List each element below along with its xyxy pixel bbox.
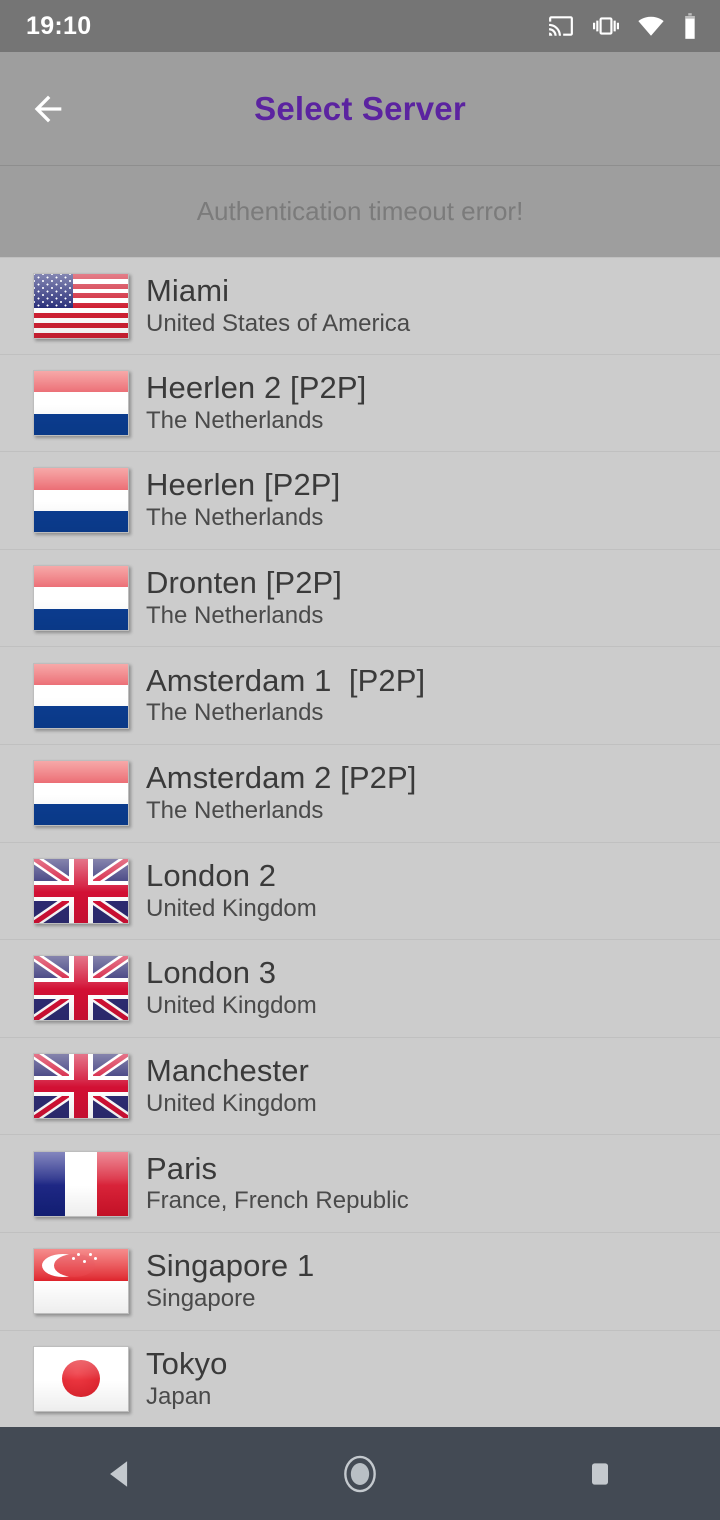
server-flag xyxy=(33,467,129,534)
server-text: Tokyo Japan xyxy=(146,1345,228,1411)
error-message: Authentication timeout error! xyxy=(196,196,524,226)
server-list-item[interactable]: Amsterdam 1 [P2P] The Netherlands xyxy=(0,647,720,745)
server-flag xyxy=(33,1345,129,1412)
server-text: London 2 United Kingdom xyxy=(146,857,317,923)
android-nav-bar xyxy=(0,1427,720,1520)
home-circle-icon xyxy=(344,1455,376,1492)
server-text: Heerlen 2 [P2P] The Netherlands xyxy=(146,369,367,435)
server-text: Amsterdam 1 [P2P] The Netherlands xyxy=(146,662,426,728)
server-list-item[interactable]: London 2 United Kingdom xyxy=(0,842,720,941)
server-country: United Kingdom xyxy=(146,1089,317,1117)
server-city: Amsterdam 1 [P2P] xyxy=(146,662,426,698)
server-country: United Kingdom xyxy=(146,992,317,1020)
server-flag xyxy=(33,662,129,729)
server-city: London 3 xyxy=(146,955,277,991)
server-country: United Kingdom xyxy=(146,894,317,922)
server-country: The Netherlands xyxy=(146,406,324,434)
server-country: United States of America xyxy=(146,309,411,337)
server-city: Singapore 1 xyxy=(146,1248,315,1284)
flag-netherlands xyxy=(34,370,128,435)
nav-back-button[interactable] xyxy=(60,1427,180,1520)
server-city: Amsterdam 2 [P2P] xyxy=(146,760,417,796)
back-triangle-icon xyxy=(110,1460,128,1487)
server-list-item[interactable]: Manchester United Kingdom xyxy=(0,1037,720,1136)
server-text: Dronten [P2P] The Netherlands xyxy=(146,565,343,630)
flag-singapore xyxy=(34,1249,128,1314)
server-flag xyxy=(33,955,129,1022)
server-country: Singapore xyxy=(146,1284,256,1312)
server-city: Paris xyxy=(146,1150,218,1186)
cast-icon xyxy=(549,16,573,36)
server-list-item[interactable]: Amsterdam 2 [P2P] The Netherlands xyxy=(0,744,720,843)
server-list-item[interactable]: London 3 United Kingdom xyxy=(0,940,720,1038)
server-text: Amsterdam 2 [P2P] The Netherlands xyxy=(146,761,416,825)
flag-united-kingdom xyxy=(34,858,128,923)
server-flag xyxy=(33,369,129,436)
flag-united-kingdom xyxy=(34,956,128,1021)
server-country: Japan xyxy=(146,1382,212,1410)
server-text: Miami United States of America xyxy=(146,272,411,338)
recents-square-icon xyxy=(592,1462,608,1485)
flag-united-states xyxy=(34,273,128,338)
server-flag xyxy=(33,565,129,632)
server-country: The Netherlands xyxy=(146,601,324,629)
flag-japan xyxy=(34,1346,128,1411)
status-clock: 19:10 xyxy=(26,11,92,40)
server-list-item[interactable]: Singapore 1 Singapore xyxy=(0,1232,720,1331)
server-list-item[interactable]: Dronten [P2P] The Netherlands xyxy=(0,549,720,648)
wifi-icon xyxy=(638,16,664,36)
server-flag xyxy=(33,1150,129,1217)
server-text: Paris France, French Republic xyxy=(146,1150,409,1216)
nav-recents-button[interactable] xyxy=(540,1427,660,1520)
server-city: Miami xyxy=(146,272,230,308)
server-flag xyxy=(33,272,129,339)
nav-home-button[interactable] xyxy=(300,1427,420,1520)
server-city: Manchester xyxy=(146,1053,309,1089)
server-flag xyxy=(33,760,129,827)
server-list[interactable]: Miami United States of America Heerlen 2 [… xyxy=(0,257,720,1427)
flag-netherlands xyxy=(34,761,128,826)
server-city: Heerlen 2 [P2P] xyxy=(146,369,367,405)
flag-france xyxy=(34,1151,128,1216)
vibrate-icon xyxy=(593,17,619,35)
server-country: The Netherlands xyxy=(146,504,324,532)
flag-netherlands xyxy=(34,566,128,631)
server-country: The Netherlands xyxy=(146,699,324,727)
server-list-item[interactable]: Paris France, French Republic xyxy=(0,1135,720,1233)
server-list-item[interactable]: Heerlen 2 [P2P] The Netherlands xyxy=(0,354,720,453)
server-text: Singapore 1 Singapore xyxy=(146,1248,315,1313)
status-icon-tray xyxy=(547,12,698,40)
page-title: Select Server xyxy=(254,89,466,127)
server-flag xyxy=(33,857,129,924)
back-arrow-icon xyxy=(34,95,62,122)
server-country: France, French Republic xyxy=(146,1187,409,1215)
server-city: Dronten [P2P] xyxy=(146,565,343,601)
status-bar: 19:10 xyxy=(0,0,720,52)
phone-screen: 19:10 Select Server Authentication timeo… xyxy=(0,0,720,1520)
server-list-item[interactable]: Heerlen [P2P] The Netherlands xyxy=(0,452,720,550)
server-city: Heerlen [P2P] xyxy=(146,467,341,503)
flag-united-kingdom xyxy=(34,1054,128,1119)
back-button[interactable] xyxy=(0,52,96,165)
error-banner: Authentication timeout error! xyxy=(0,165,720,257)
app-bar: Select Server xyxy=(0,52,720,165)
server-list-item[interactable]: Miami United States of America xyxy=(0,257,720,355)
server-city: Tokyo xyxy=(146,1345,228,1381)
server-flag xyxy=(33,1248,129,1315)
server-city: London 2 xyxy=(146,857,277,893)
server-text: London 3 United Kingdom xyxy=(146,956,317,1020)
server-text: Heerlen [P2P] The Netherlands xyxy=(146,468,340,532)
battery-icon xyxy=(685,13,695,39)
server-list-item[interactable]: Tokyo Japan xyxy=(0,1330,720,1427)
server-text: Manchester United Kingdom xyxy=(146,1053,317,1118)
server-country: The Netherlands xyxy=(146,796,324,824)
server-flag xyxy=(33,1053,129,1120)
flag-netherlands xyxy=(34,468,128,533)
flag-netherlands xyxy=(34,663,128,728)
